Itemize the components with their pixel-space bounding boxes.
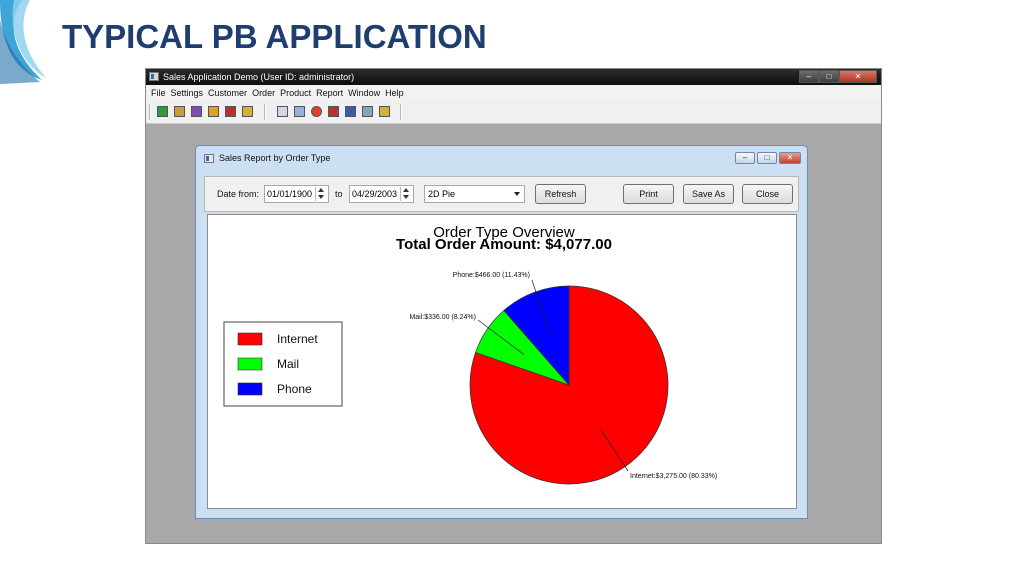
close-button[interactable]: Close bbox=[742, 184, 793, 204]
print-button[interactable]: Print bbox=[623, 184, 674, 204]
report-close-window-button[interactable]: ✕ bbox=[779, 152, 801, 164]
table-report-icon[interactable] bbox=[328, 106, 339, 117]
date-from-spinner[interactable] bbox=[315, 187, 327, 201]
slide-swoosh-decoration bbox=[0, 0, 46, 84]
menu-order[interactable]: Order bbox=[252, 88, 275, 98]
menu-bar: File Settings Customer Order Product Report Wi… bbox=[146, 85, 881, 101]
chart-subtitle: Total Order Amount: $4,077.00 bbox=[396, 236, 612, 253]
pie-chart: Order Type Overview Total Order Amount: … bbox=[223, 224, 717, 485]
date-from-label: Date from: bbox=[217, 189, 260, 199]
legend-swatch-phone bbox=[237, 382, 263, 396]
app-title: Sales Application Demo (User ID: adminis… bbox=[163, 72, 355, 82]
save-as-button[interactable]: Save As bbox=[683, 184, 734, 204]
menu-report[interactable]: Report bbox=[316, 88, 343, 98]
exit-icon[interactable] bbox=[242, 106, 253, 117]
slice-label-internet: Internet:$3,275.00 (80.33%) bbox=[630, 473, 717, 480]
preview-icon[interactable] bbox=[277, 106, 288, 117]
product-icon[interactable] bbox=[174, 106, 185, 117]
slide-title: TYPICAL PB APPLICATION bbox=[62, 18, 487, 55]
date-from-value: 01/01/1900 bbox=[267, 189, 313, 199]
app-titlebar[interactable]: Sales Application Demo (User ID: adminis… bbox=[146, 69, 881, 85]
criteria-panel: Date from: 01/01/1900 to 04/29/2003 2D P… bbox=[204, 176, 799, 212]
toolbar bbox=[146, 101, 881, 124]
report-window-icon bbox=[204, 154, 214, 163]
legend-label-mail: Mail bbox=[277, 357, 299, 371]
toolbar-separator bbox=[149, 104, 151, 120]
shipping-icon[interactable] bbox=[208, 106, 219, 117]
legend-swatch-internet bbox=[237, 332, 263, 346]
chart-style-dropdown[interactable]: 2D Pie bbox=[424, 185, 525, 203]
pie-chart-icon[interactable] bbox=[311, 106, 322, 117]
date-to-value: 04/29/2003 bbox=[352, 189, 398, 199]
bar-chart-icon[interactable] bbox=[345, 106, 356, 117]
menu-file[interactable]: File bbox=[151, 88, 166, 98]
menu-customer[interactable]: Customer bbox=[208, 88, 247, 98]
toolbar-separator bbox=[264, 104, 266, 120]
report-minimize-button[interactable]: – bbox=[735, 152, 755, 164]
print-icon[interactable] bbox=[294, 106, 305, 117]
legend-label-phone: Phone bbox=[277, 382, 312, 396]
close-window-button[interactable]: ✕ bbox=[839, 70, 877, 83]
menu-help[interactable]: Help bbox=[385, 88, 404, 98]
customer-icon[interactable] bbox=[157, 106, 168, 117]
minimize-button[interactable]: – bbox=[799, 70, 819, 83]
inventory-icon[interactable] bbox=[225, 106, 236, 117]
menu-settings[interactable]: Settings bbox=[171, 88, 204, 98]
legend-label-internet: Internet bbox=[277, 332, 318, 346]
legend-swatch-mail bbox=[237, 357, 263, 371]
to-label: to bbox=[335, 189, 343, 199]
menu-window[interactable]: Window bbox=[348, 88, 380, 98]
chevron-down-icon bbox=[514, 192, 520, 196]
report-area: Order Type Overview Total Order Amount: … bbox=[207, 214, 797, 509]
window-icon[interactable] bbox=[362, 106, 373, 117]
report-window: Sales Report by Order Type – □ ✕ Date fr… bbox=[195, 145, 808, 519]
toolbar-separator bbox=[400, 104, 402, 120]
maximize-button[interactable]: □ bbox=[819, 70, 839, 83]
exit-icon[interactable] bbox=[379, 106, 390, 117]
report-maximize-button[interactable]: □ bbox=[757, 152, 777, 164]
report-window-title: Sales Report by Order Type bbox=[219, 153, 331, 163]
menu-product[interactable]: Product bbox=[280, 88, 311, 98]
slice-label-phone: Phone:$466.00 (11.43%) bbox=[453, 272, 530, 279]
app-window-icon bbox=[149, 72, 159, 81]
chart-style-value: 2D Pie bbox=[428, 189, 456, 199]
date-from-field[interactable]: 01/01/1900 bbox=[264, 185, 329, 203]
refresh-button[interactable]: Refresh bbox=[535, 184, 586, 204]
date-to-spinner[interactable] bbox=[400, 187, 412, 201]
order-icon[interactable] bbox=[191, 106, 202, 117]
slice-label-mail: Mail:$336.00 (8.24%) bbox=[409, 314, 476, 321]
date-to-field[interactable]: 04/29/2003 bbox=[349, 185, 414, 203]
